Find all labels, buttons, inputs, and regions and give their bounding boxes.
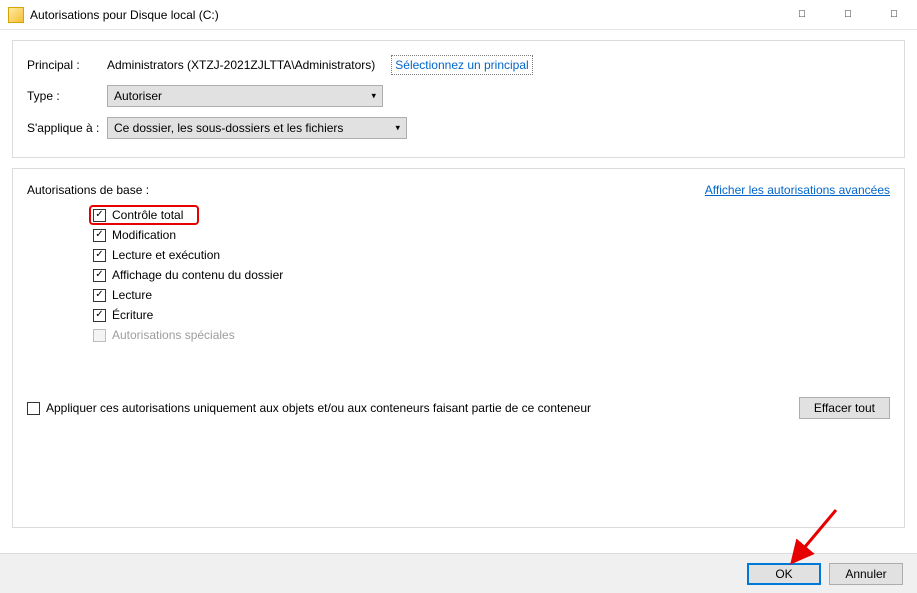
type-label: Type : <box>27 89 107 103</box>
permission-list-folder[interactable]: Affichage du contenu du dossier <box>91 265 890 285</box>
window-title: Autorisations pour Disque local (C:) <box>30 8 779 22</box>
permissions-panel: Autorisations de base : Afficher les aut… <box>12 168 905 528</box>
applies-select[interactable]: Ce dossier, les sous-dossiers et les fic… <box>107 117 407 139</box>
title-bar: Autorisations pour Disque local (C:)  … <box>0 0 917 30</box>
minimize-button[interactable]:  <box>779 0 825 30</box>
permission-read[interactable]: Lecture <box>91 285 890 305</box>
close-button[interactable]:  <box>871 0 917 30</box>
apply-only-option[interactable]: Appliquer ces autorisations uniquement a… <box>27 401 591 415</box>
window-controls:    <box>779 0 917 30</box>
applies-select-value: Ce dossier, les sous-dossiers et les fic… <box>114 121 343 135</box>
checkbox-special <box>93 329 106 342</box>
permissions-title: Autorisations de base : <box>27 183 149 197</box>
permission-label: Lecture <box>112 288 152 302</box>
permission-label: Contrôle total <box>112 208 183 222</box>
principal-panel: Principal : Administrators (XTZJ-2021ZJL… <box>12 40 905 158</box>
permission-label: Autorisations spéciales <box>112 328 235 342</box>
permission-label: Affichage du contenu du dossier <box>112 268 283 282</box>
dialog-footer: OK Annuler <box>0 553 917 593</box>
permission-full-control[interactable]: Contrôle total <box>89 205 199 225</box>
dialog-content: Principal : Administrators (XTZJ-2021ZJL… <box>0 30 917 538</box>
principal-row: Principal : Administrators (XTZJ-2021ZJL… <box>27 55 890 75</box>
checkbox-write[interactable] <box>93 309 106 322</box>
principal-value: Administrators (XTZJ-2021ZJLTTA\Administ… <box>107 58 375 72</box>
permission-special: Autorisations spéciales <box>91 325 890 345</box>
principal-label: Principal : <box>27 58 107 72</box>
permission-label: Lecture et exécution <box>112 248 220 262</box>
checkbox-apply-only[interactable] <box>27 402 40 415</box>
checkbox-read[interactable] <box>93 289 106 302</box>
chevron-down-icon: ▾ <box>371 91 376 102</box>
type-select-value: Autoriser <box>114 89 162 103</box>
cancel-button[interactable]: Annuler <box>829 563 903 585</box>
apply-only-label: Appliquer ces autorisations uniquement a… <box>46 401 591 415</box>
applies-row: S'applique à : Ce dossier, les sous-doss… <box>27 117 890 139</box>
maximize-button[interactable]:  <box>825 0 871 30</box>
apply-row: Appliquer ces autorisations uniquement a… <box>27 397 890 419</box>
type-row: Type : Autoriser ▾ <box>27 85 890 107</box>
permission-read-execute[interactable]: Lecture et exécution <box>91 245 890 265</box>
permission-write[interactable]: Écriture <box>91 305 890 325</box>
permission-modify[interactable]: Modification <box>91 225 890 245</box>
permissions-header: Autorisations de base : Afficher les aut… <box>27 183 890 197</box>
chevron-down-icon: ▾ <box>395 123 400 134</box>
permissions-list: Contrôle total Modification Lecture et e… <box>91 205 890 345</box>
checkbox-list-folder[interactable] <box>93 269 106 282</box>
type-select[interactable]: Autoriser ▾ <box>107 85 383 107</box>
advanced-permissions-link[interactable]: Afficher les autorisations avancées <box>705 183 890 197</box>
checkbox-read-execute[interactable] <box>93 249 106 262</box>
checkbox-full-control[interactable] <box>93 209 106 222</box>
checkbox-modify[interactable] <box>93 229 106 242</box>
ok-button[interactable]: OK <box>747 563 821 585</box>
permission-label: Modification <box>112 228 176 242</box>
permission-label: Écriture <box>112 308 153 322</box>
clear-all-button[interactable]: Effacer tout <box>799 397 890 419</box>
applies-label: S'applique à : <box>27 121 107 135</box>
folder-icon <box>8 7 24 23</box>
select-principal-link[interactable]: Sélectionnez un principal <box>391 55 532 75</box>
